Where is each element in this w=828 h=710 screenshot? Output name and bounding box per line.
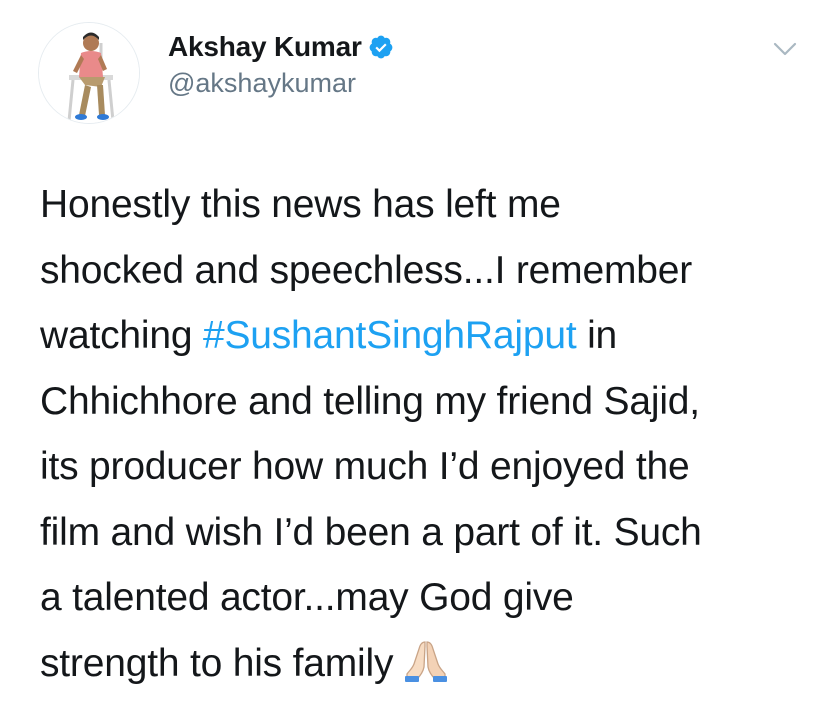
author-handle[interactable]: @akshaykumar [168,68,394,99]
tweet-line-text: watching [40,314,203,357]
tweet-header: Akshay Kumar @akshaykumar [38,20,798,124]
hashtag-link[interactable]: #SushantSinghRajput [203,314,577,357]
display-name-row: Akshay Kumar [168,28,394,66]
tweet-line-text: shocked and speechless...I remember [40,248,693,292]
tweet-line: Chhichhore and telling my friend Sajid, [40,369,800,435]
tweet-line: Honestly this news has left me [40,172,800,238]
tweet-line: a talented actor...may God give [40,565,800,631]
tweet-line-text: film and wish I’d been a part of it. Suc… [40,510,702,554]
tweet-line-text: its producer how much I’d enjoyed the [40,445,690,488]
folded-hands-emoji-icon [403,637,449,682]
tweet-line-text: strength to his family [40,641,394,685]
tweet-line-text: in [576,314,618,357]
avatar[interactable] [38,22,140,124]
profile-photo-icon [39,23,139,123]
tweet-line-text: Chhichhore and telling my friend Sajid, [40,379,700,423]
tweet-card: Akshay Kumar @akshaykumar Honestly this … [0,0,828,710]
tweet-line: strength to his family [40,631,800,697]
author-display-name[interactable]: Akshay Kumar [168,31,362,63]
tweet-line: shocked and speechless...I remember [40,238,800,304]
author-names: Akshay Kumar @akshaykumar [168,28,394,99]
tweet-line: watching #SushantSinghRajput in [40,303,800,369]
tweet-line-text: Honestly this news has left me [40,183,561,226]
chevron-down-icon[interactable] [770,34,800,64]
verified-badge-icon [368,34,394,60]
tweet-line: film and wish I’d been a part of it. Suc… [40,500,800,566]
tweet-text: Honestly this news has left me shocked a… [40,172,800,696]
tweet-line-text: a talented actor...may God give [40,576,574,619]
tweet-line: its producer how much I’d enjoyed the [40,434,800,500]
